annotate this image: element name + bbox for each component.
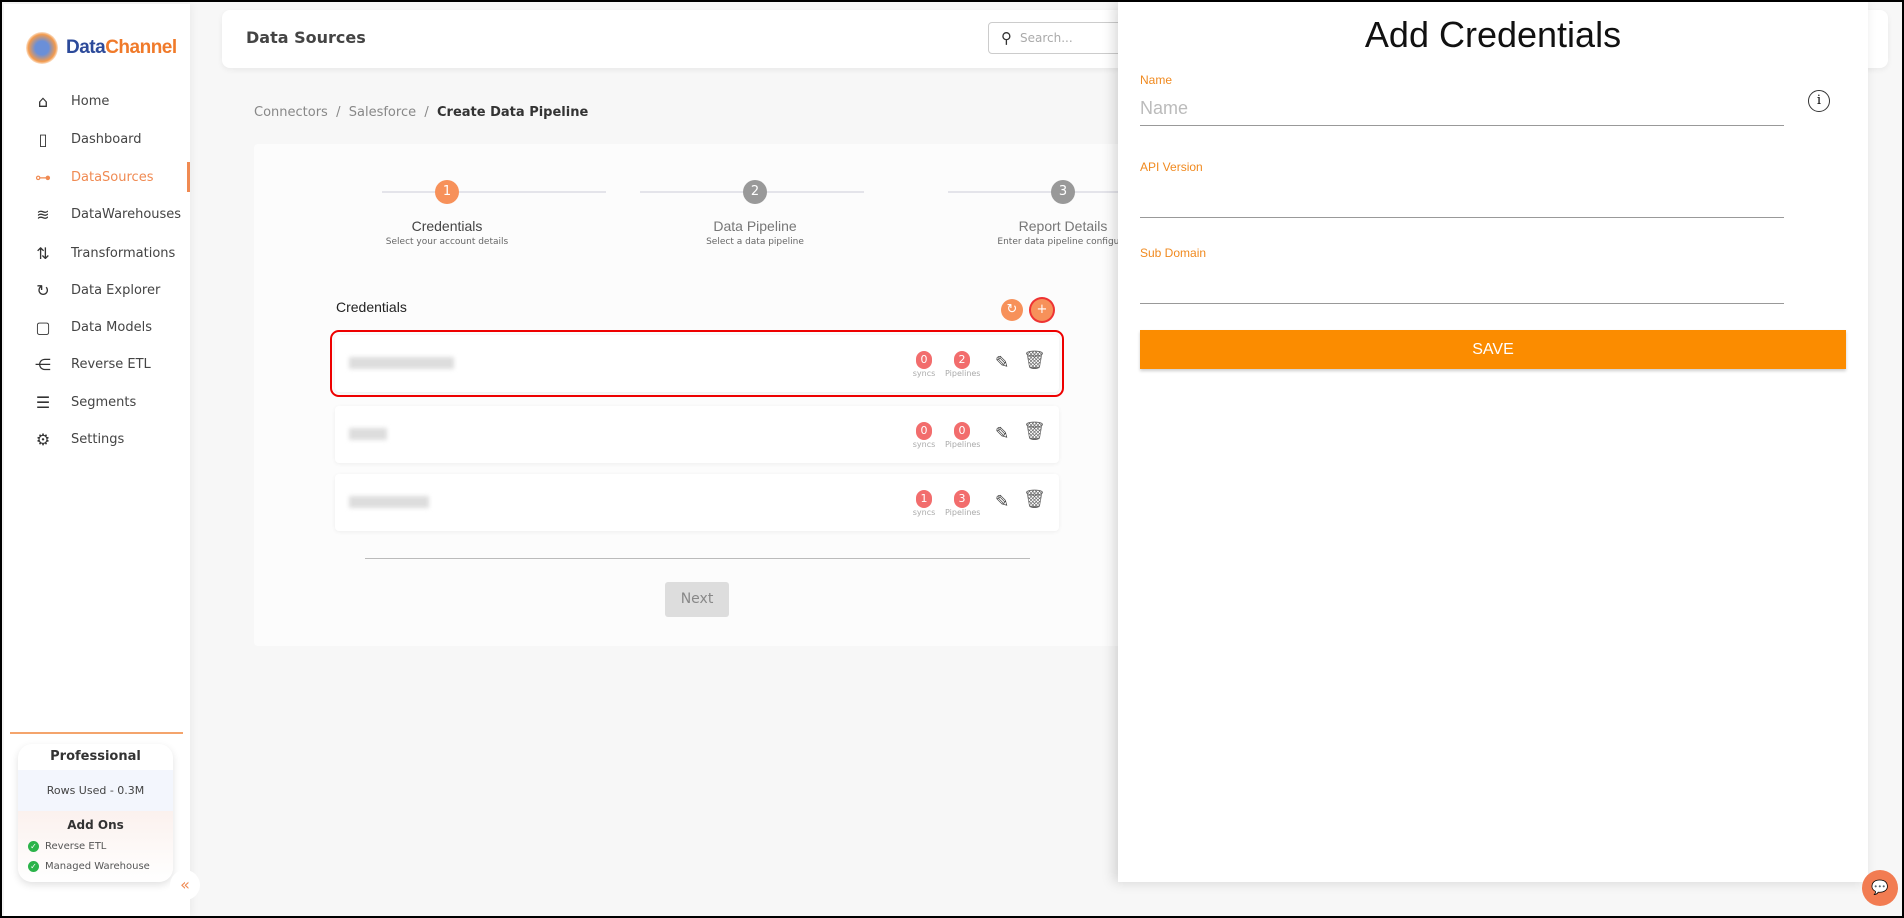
sidebar-item-label: DataWarehouses [71,206,182,222]
page-title: Data Sources [246,28,366,47]
search-icon: ⚲ [1001,29,1012,47]
sub-domain-input[interactable] [1140,270,1784,304]
syncs-badge: 0 syncs [912,422,936,449]
credential-row[interactable]: 0 syncs 2 Pipelines ✎ 🗑 [330,330,1064,397]
edit-icon[interactable]: ✎ [995,492,1009,512]
pipelines-badge: 2 Pipelines [945,351,981,378]
sidebar-item-label: Data Models [71,319,152,335]
trash-icon[interactable]: 🗑 [1023,489,1046,510]
syncs-badge: 1 syncs [912,490,936,517]
credential-name-redacted [349,357,454,369]
plan-card: Professional Rows Used - 0.3M Add Ons ✓ R… [18,744,173,882]
credential-row[interactable]: 1 syncs 3 Pipelines ✎ 🗑 [335,474,1059,531]
sidebar-item-datasources[interactable]: ⊶ DataSources [4,160,190,194]
breadcrumb-connectors[interactable]: Connectors [254,105,328,120]
sidebar-item-settings[interactable]: ⚙ Settings [4,422,190,456]
sidebar: DataChannel ⌂ Home ▯ Dashboard ⊶ DataSources ≋… [4,4,190,916]
trash-icon[interactable]: 🗑 [1023,421,1046,442]
refresh-icon: ↻ [1006,302,1018,317]
sidebar-item-home[interactable]: ⌂ Home [4,84,190,118]
sub-domain-label: Sub Domain [1140,246,1207,260]
sidebar-item-label: Settings [71,431,125,447]
explorer-icon: ↻ [36,280,50,300]
info-icon[interactable]: i [1808,90,1830,112]
panel-title: Add Credentials [1364,14,1622,55]
rows-used: Rows Used - 0.3M [18,770,173,811]
sidebar-item-segments[interactable]: ☰ Segments [4,385,190,419]
sidebar-item-label: Reverse ETL [71,356,151,372]
name-input[interactable] [1140,92,1784,126]
refresh-button[interactable]: ↻ [1001,299,1023,321]
pipelines-badge: 0 Pipelines [945,422,981,449]
home-icon: ⌂ [37,91,49,111]
check-icon: ✓ [28,860,39,872]
addon-item: ✓ Reverse ETL [18,836,173,856]
trash-icon[interactable]: 🗑 [1023,350,1046,371]
addons-title: Add Ons [67,818,124,832]
breadcrumb: Connectors / Salesforce / Create Data Pi… [254,105,589,120]
sidebar-item-reverse-etl[interactable]: ⋲ Reverse ETL [4,347,190,381]
sidebar-item-label: Home [71,93,110,109]
credential-row[interactable]: 0 syncs 0 Pipelines ✎ 🗑 [335,406,1059,463]
logo[interactable]: DataChannel [26,32,177,64]
divider [365,558,1030,559]
sidebar-item-dashboard[interactable]: ▯ Dashboard [4,122,190,156]
chat-icon: 💬 [1871,880,1889,896]
sidebar-item-transformations[interactable]: ⇅ Transformations [4,236,190,270]
sidebar-item-label: Segments [71,394,137,410]
edit-icon[interactable]: ✎ [995,353,1009,373]
plan-name: Professional [50,749,141,764]
name-label: Name [1140,73,1173,87]
layers-icon: ≋ [36,204,50,224]
addon-item: ✓ Managed Warehouse [18,856,173,876]
dashboard-icon: ▯ [38,129,48,149]
step-credentials[interactable]: 1 Credentials Select your account details [347,180,547,247]
api-version-label: API Version [1140,160,1203,174]
add-credentials-panel: Add Credentials Name i API Version Sub D… [1118,2,1868,882]
breadcrumb-current: Create Data Pipeline [437,105,589,120]
gear-icon: ⚙ [35,429,51,449]
pipelines-badge: 3 Pipelines [945,490,981,517]
credential-name-redacted [349,496,429,508]
add-credential-button[interactable]: + [1031,299,1053,321]
segments-icon: ☰ [35,392,51,412]
collapse-sidebar-button[interactable]: « [170,870,200,900]
sidebar-item-label: Dashboard [71,131,142,147]
sidebar-item-data-explorer[interactable]: ↻ Data Explorer [4,273,190,307]
edit-icon[interactable]: ✎ [995,424,1009,444]
credentials-heading: Credentials [336,299,407,315]
datasources-icon: ⊶ [35,167,51,187]
sidebar-item-data-models[interactable]: ▢ Data Models [4,310,190,344]
syncs-badge: 0 syncs [912,351,936,378]
chat-button[interactable]: 💬 [1862,870,1898,906]
transform-icon: ⇅ [36,243,50,263]
divider [10,732,183,734]
credential-name-redacted [349,428,387,440]
sidebar-item-label: Transformations [71,245,176,261]
models-icon: ▢ [35,317,51,337]
save-button[interactable]: SAVE [1140,330,1846,369]
pipeline-card: 1 Credentials Select your account details … [254,144,1134,646]
logo-mark-icon [26,32,58,64]
api-version-input[interactable] [1140,184,1784,218]
sidebar-item-label: DataSources [71,169,154,185]
breadcrumb-salesforce[interactable]: Salesforce [349,105,416,120]
reverse-etl-icon: ⋲ [35,354,51,374]
sidebar-item-label: Data Explorer [71,282,161,298]
sidebar-item-datawarehouses[interactable]: ≋ DataWarehouses [4,197,190,231]
step-data-pipeline[interactable]: 2 Data Pipeline Select a data pipeline [655,180,855,247]
plus-icon: + [1036,302,1048,317]
check-icon: ✓ [28,840,39,852]
next-button[interactable]: Next [665,582,729,617]
